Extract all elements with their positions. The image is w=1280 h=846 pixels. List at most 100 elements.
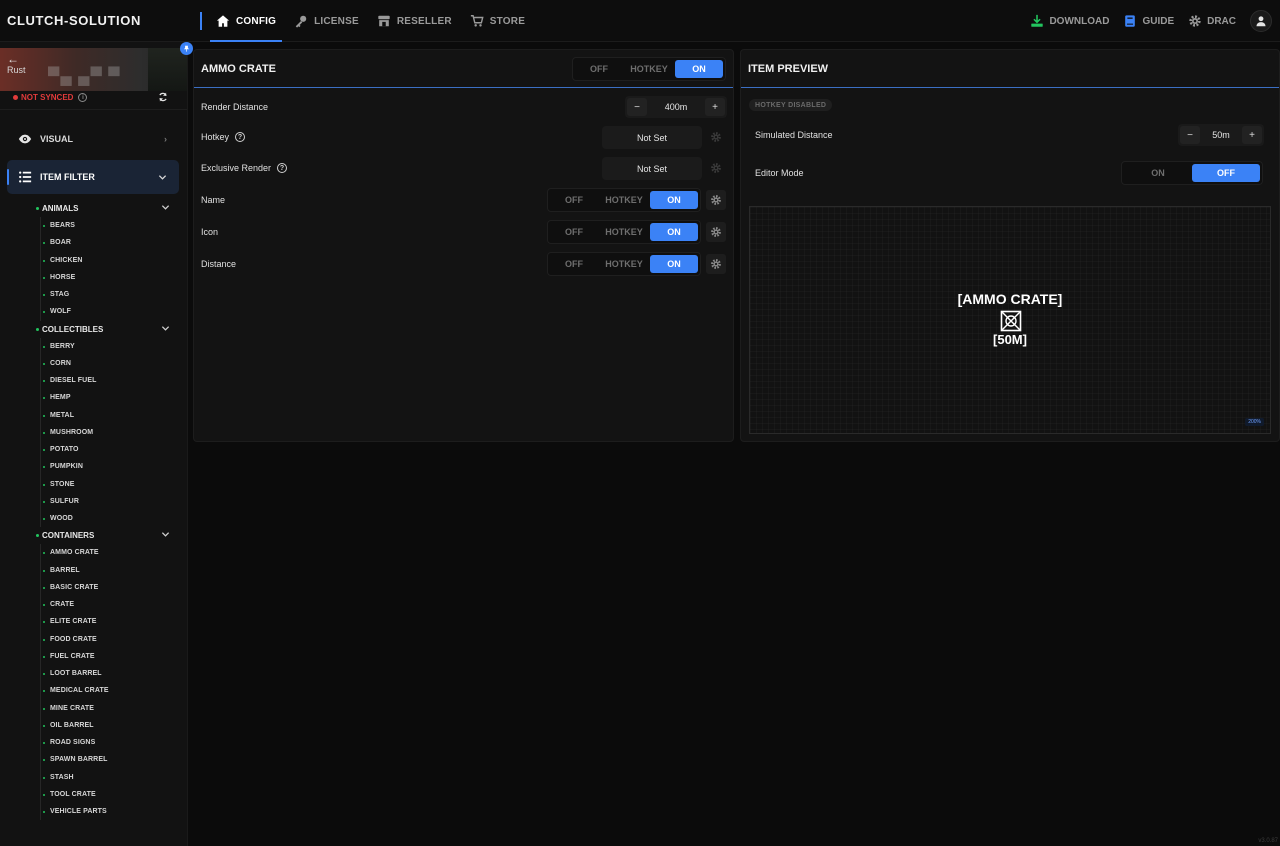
list-item[interactable]: ROAD SIGNS — [41, 734, 182, 751]
list-item[interactable]: FUEL CRATE — [41, 648, 182, 665]
master-toggle-hotkey[interactable]: HOTKEY — [623, 60, 675, 78]
distance-settings-gear-icon[interactable] — [706, 254, 726, 274]
list-item[interactable]: ELITE CRATE — [41, 613, 182, 630]
list-item[interactable]: CORN — [41, 355, 182, 372]
category-animals[interactable]: ANIMALS — [32, 200, 182, 217]
preview-canvas[interactable]: [AMMO CRATE] [50M] 200% — [749, 206, 1271, 434]
download-icon — [1031, 14, 1044, 27]
list-item[interactable]: WOOD — [41, 510, 182, 527]
icon-toggle-off[interactable]: OFF — [550, 223, 598, 241]
list-item[interactable]: STONE — [41, 476, 182, 493]
back-arrow-icon[interactable]: ← — [7, 52, 19, 66]
category-items: BERRY CORN DIESEL FUEL HEMP METAL MUSHROOM POT… — [40, 337, 182, 528]
list-item[interactable]: METAL — [41, 407, 182, 424]
user-menu[interactable]: DRAC — [1188, 14, 1236, 28]
list-item[interactable]: STASH — [41, 769, 182, 786]
icon-toggle-on[interactable]: ON — [650, 223, 698, 241]
list-item-label: AMMO CRATE — [50, 549, 99, 557]
list-item[interactable]: BASIC CRATE — [41, 579, 182, 596]
name-toggle-off[interactable]: OFF — [550, 191, 598, 209]
category-collectibles[interactable]: COLLECTIBLES — [32, 321, 182, 338]
distance-toggle-on[interactable]: ON — [650, 255, 698, 273]
list-item[interactable]: PUMPKIN — [41, 458, 182, 475]
render-distance-plus-button[interactable]: + — [705, 98, 725, 116]
render-distance-value[interactable]: 400m — [649, 102, 703, 112]
nav-reseller[interactable]: RESELLER — [371, 0, 458, 42]
status-dot-icon — [36, 327, 39, 331]
icon-toggle-hotkey[interactable]: HOTKEY — [598, 223, 650, 241]
list-item[interactable]: SULFUR — [41, 493, 182, 510]
list-item[interactable]: LOOT BARREL — [41, 665, 182, 682]
name-toggle-on[interactable]: ON — [650, 191, 698, 209]
exclusive-render-button[interactable]: Not Set — [602, 157, 702, 180]
name-label-text: Name — [201, 195, 226, 205]
list-item[interactable]: HEMP — [41, 389, 182, 406]
simulated-distance-plus-button[interactable]: + — [1242, 126, 1262, 144]
category-items: AMMO CRATE BARREL BASIC CRATE CRATE ELITE CR… — [40, 544, 182, 821]
list-item-label: STASH — [50, 773, 74, 781]
list-item[interactable]: WOLF — [41, 303, 182, 320]
sidebar: ▀▄ ▄▀ ▀ ← Rust NOT SYNCED i VISUAL › ITE… — [0, 42, 188, 846]
status-dot-icon — [36, 207, 39, 210]
list-item[interactable]: OIL BARREL — [41, 717, 182, 734]
list-item-label: ELITE CRATE — [50, 618, 97, 626]
list-item[interactable]: BOAR — [41, 234, 182, 251]
list-item-label: CRATE — [50, 601, 75, 609]
nav-store[interactable]: STORE — [464, 0, 531, 42]
refresh-icon[interactable] — [158, 92, 168, 102]
simulated-distance-minus-button[interactable]: − — [1180, 126, 1200, 144]
hotkey-button[interactable]: Not Set — [602, 126, 702, 149]
list-item[interactable]: AMMO CRATE — [41, 544, 182, 561]
master-toggle-on[interactable]: ON — [675, 60, 723, 78]
version-label: v3.0.87 — [1258, 838, 1278, 844]
list-item[interactable]: MINE CRATE — [41, 700, 182, 717]
list-icon — [19, 171, 32, 183]
simulated-distance-value[interactable]: 50m — [1202, 130, 1240, 140]
hotkey-settings-gear-icon[interactable] — [706, 127, 726, 147]
name-toggle-hotkey[interactable]: HOTKEY — [598, 191, 650, 209]
name-settings-gear-icon[interactable] — [706, 190, 726, 210]
list-item[interactable]: CRATE — [41, 596, 182, 613]
nav-config[interactable]: CONFIG — [210, 0, 283, 42]
list-item[interactable]: MEDICAL CRATE — [41, 682, 182, 699]
render-distance-label: Render Distance — [201, 102, 268, 112]
list-item[interactable]: FOOD CRATE — [41, 631, 182, 648]
render-distance-minus-button[interactable]: − — [627, 98, 647, 116]
info-icon[interactable]: i — [78, 93, 88, 102]
nav-license[interactable]: LICENSE — [288, 0, 365, 42]
list-item[interactable]: SPAWN BARREL — [41, 751, 182, 768]
category-containers[interactable]: CONTAINERS — [32, 527, 182, 544]
render-distance-text: Render Distance — [201, 102, 269, 112]
user-icon — [1256, 16, 1266, 27]
list-item[interactable]: DIESEL FUEL — [41, 372, 182, 389]
preview-item-name: [AMMO CRATE] — [957, 291, 1063, 307]
list-item[interactable]: BERRY — [41, 338, 182, 355]
list-item[interactable]: TOOL CRATE — [41, 786, 182, 803]
master-toggle-off[interactable]: OFF — [575, 60, 623, 78]
nav-reseller-label: RESELLER — [396, 15, 452, 27]
distance-toggle-off[interactable]: OFF — [550, 255, 598, 273]
list-item[interactable]: MUSHROOM — [41, 424, 182, 441]
icon-settings-gear-icon[interactable] — [706, 222, 726, 242]
sidebar-item-visual[interactable]: VISUAL › — [7, 122, 179, 156]
list-item[interactable]: HORSE — [41, 269, 182, 286]
guide-link[interactable]: GUIDE — [1123, 14, 1174, 28]
help-icon[interactable]: ? — [235, 132, 246, 142]
download-link[interactable]: DOWNLOAD — [1030, 14, 1109, 28]
list-item[interactable]: POTATO — [41, 441, 182, 458]
editor-mode-on[interactable]: ON — [1124, 164, 1192, 182]
sidebar-item-item-filter[interactable]: ITEM FILTER — [7, 160, 179, 194]
pin-icon[interactable] — [180, 42, 193, 55]
avatar[interactable] — [1250, 10, 1272, 32]
list-item[interactable]: BEARS — [41, 217, 182, 234]
list-item[interactable]: BARREL — [41, 562, 182, 579]
editor-mode-off[interactable]: OFF — [1192, 164, 1260, 182]
list-item[interactable]: VEHICLE PARTS — [41, 803, 182, 820]
list-item[interactable]: CHICKEN — [41, 252, 182, 269]
list-item[interactable]: STAG — [41, 286, 182, 303]
chevron-down-icon — [158, 174, 167, 180]
exclusive-render-settings-gear-icon[interactable] — [706, 158, 726, 178]
help-icon[interactable]: ? — [277, 163, 288, 173]
distance-toggle-hotkey[interactable]: HOTKEY — [598, 255, 650, 273]
category-label: ANIMALS — [42, 204, 79, 213]
